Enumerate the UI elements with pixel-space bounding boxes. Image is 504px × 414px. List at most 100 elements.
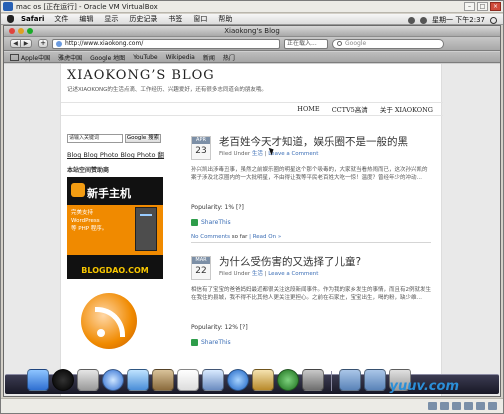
virtualbox-window: mac os [正在运行] - Oracle VM VirtualBox – □… [0, 0, 504, 414]
post-divider [191, 242, 431, 243]
ad-line: 完美支持 [71, 210, 94, 216]
forward-button[interactable]: ▶ [21, 39, 32, 48]
sharethis-icon [191, 339, 198, 346]
ad-logo-icon [71, 183, 85, 197]
menu-view[interactable]: 显示 [104, 14, 118, 24]
search-icon [337, 41, 342, 46]
google-search-button[interactable]: Google 搜索 [125, 134, 161, 143]
menubar-clock[interactable]: 星期一 下午2:37 [432, 15, 485, 25]
share-row[interactable]: ShareThis [191, 339, 231, 346]
comments-suffix: so far [231, 234, 248, 240]
post-excerpt: 相信有了宝宝的爸爸妈妈最近都很关注这段新闻事件。作为我的家乡发生的事情，而且有2… [191, 287, 432, 301]
iphoto-icon[interactable] [252, 369, 274, 391]
menu-history[interactable]: 历史记录 [129, 14, 157, 24]
network-icon[interactable] [452, 402, 461, 410]
virtualbox-icon [3, 2, 13, 11]
share-row[interactable]: ShareThis [191, 219, 231, 226]
post-popularity: Popularity: 1% [?] [191, 204, 244, 211]
maximize-button[interactable]: □ [477, 2, 488, 11]
rss-feed-image[interactable] [67, 283, 163, 353]
dashboard-icon[interactable] [52, 369, 74, 391]
leave-comment-link[interactable]: Leave a Comment [268, 151, 318, 157]
sidebar-search-input[interactable]: 请输入关键词 [67, 134, 123, 143]
mail-icon[interactable] [77, 369, 99, 391]
read-on-link[interactable]: Read On » [253, 234, 282, 240]
post-category[interactable]: 生活 [252, 151, 263, 157]
loading-indicator: 正在载入... [284, 38, 328, 49]
timemachine-icon[interactable] [277, 369, 299, 391]
search-field[interactable]: Google [332, 38, 444, 49]
bookmarks-book-icon[interactable] [10, 53, 19, 61]
safari-window: Xiaokong's Blog ◀ ▶ + http://www.xiaokon… [3, 25, 501, 397]
hdd-icon[interactable] [428, 402, 437, 410]
blog-title[interactable]: XIAOKONG’S BLOG [67, 68, 437, 83]
close-button[interactable]: × [490, 2, 501, 11]
sidebar-links[interactable]: Blog Blog Photo Blog Photo 翻 [67, 149, 164, 159]
addressbook-icon[interactable] [152, 369, 174, 391]
bookmark-item[interactable]: 雅虎中国 [58, 53, 82, 62]
usb-icon[interactable] [464, 402, 473, 410]
systemprefs-icon[interactable] [302, 369, 324, 391]
url-text[interactable]: http://www.xiaokong.com/ [65, 40, 143, 47]
blog-header: XIAOKONG’S BLOG 记述XIAOKONG的生活点滴、工作经历、兴趣爱… [67, 68, 437, 98]
filed-under-label: Filed Under [219, 271, 251, 277]
bookmark-item[interactable]: Wikipedia [166, 54, 195, 61]
menu-window[interactable]: 窗口 [193, 14, 207, 24]
comments-link[interactable]: No Comments [191, 234, 230, 240]
spotlight-search-icon[interactable] [490, 16, 497, 24]
sponsor-ad-banner[interactable]: 新手主机 完美支持 WordPress 等 PHP 程序。 BLOGDAO.CO… [67, 177, 163, 279]
blog-page: XIAOKONG’S BLOG 记述XIAOKONG的生活点滴、工作经历、兴趣爱… [60, 64, 443, 396]
web-content[interactable]: XIAOKONG’S BLOG 记述XIAOKONG的生活点滴、工作经历、兴趣爱… [4, 64, 500, 396]
wifi-icon[interactable] [420, 16, 428, 24]
safari-toolbar: ◀ ▶ + http://www.xiaokong.com/ 正在载入... G… [4, 37, 500, 51]
bookmark-item[interactable]: Apple中国 [21, 53, 50, 62]
nav-home[interactable]: HOME [297, 105, 319, 113]
mouse-integration-icon[interactable] [488, 402, 497, 410]
volume-icon[interactable] [408, 16, 416, 24]
bookmark-item[interactable]: YouTube [133, 54, 157, 61]
menubar-status-area: 星期一 下午2:37 [408, 15, 497, 25]
bookmark-item[interactable]: 新闻 [203, 53, 215, 62]
window-controls: – □ × [464, 2, 501, 11]
post-day: 22 [195, 266, 207, 276]
menu-edit[interactable]: 编辑 [79, 14, 93, 24]
address-bar[interactable]: http://www.xiaokong.com/ [52, 38, 280, 49]
menu-bookmarks[interactable]: 书签 [168, 14, 182, 24]
shared-folder-icon[interactable] [476, 402, 485, 410]
post-title[interactable]: 为什么受伤害的又选择了儿童? [219, 254, 361, 269]
post-month: MAR [192, 257, 210, 264]
sharethis-icon [191, 219, 198, 226]
bookmark-item[interactable]: Google 地图 [90, 53, 125, 62]
safari-icon[interactable] [102, 369, 124, 391]
menu-file[interactable]: 文件 [54, 14, 68, 24]
blog-navigation: HOME CCTV5高清 关于 XIAOKONG [61, 102, 443, 116]
sharethis-link[interactable]: ShareThis [201, 219, 231, 226]
menu-help[interactable]: 帮助 [218, 14, 232, 24]
itunes-icon[interactable] [227, 369, 249, 391]
post-category[interactable]: 生活 [252, 271, 263, 277]
folder-icon[interactable] [339, 369, 361, 391]
preview-icon[interactable] [202, 369, 224, 391]
add-bookmark-button[interactable]: + [38, 39, 48, 48]
finder-icon[interactable] [27, 369, 49, 391]
ical-icon[interactable] [177, 369, 199, 391]
apple-menu-icon[interactable] [7, 15, 14, 23]
documents-icon[interactable] [364, 369, 386, 391]
post-title[interactable]: 老百姓今天才知道，娱乐圈不是一般的黑 [219, 134, 408, 149]
leave-comment-link[interactable]: Leave a Comment [268, 271, 318, 277]
blog-description: 记述XIAOKONG的生活点滴、工作经历、兴趣爱好，还有很多志同道合的朋友哦。 [67, 87, 267, 93]
watermark: yuuv.com [389, 379, 459, 394]
virtualbox-status-icons [428, 402, 497, 410]
nav-cctv5[interactable]: CCTV5高清 [332, 104, 368, 114]
nav-about[interactable]: 关于 XIAOKONG [380, 104, 433, 114]
sharethis-link[interactable]: ShareThis [201, 339, 231, 346]
dock-separator [331, 371, 332, 391]
back-button[interactable]: ◀ [10, 39, 21, 48]
cdrom-icon[interactable] [440, 402, 449, 410]
ichat-icon[interactable] [127, 369, 149, 391]
post-month: APR [192, 137, 210, 144]
menu-app-name[interactable]: Safari [21, 15, 44, 23]
bookmark-item[interactable]: 热门 [223, 53, 235, 62]
minimize-button[interactable]: – [464, 2, 475, 11]
filed-under-label: Filed Under [219, 151, 251, 157]
